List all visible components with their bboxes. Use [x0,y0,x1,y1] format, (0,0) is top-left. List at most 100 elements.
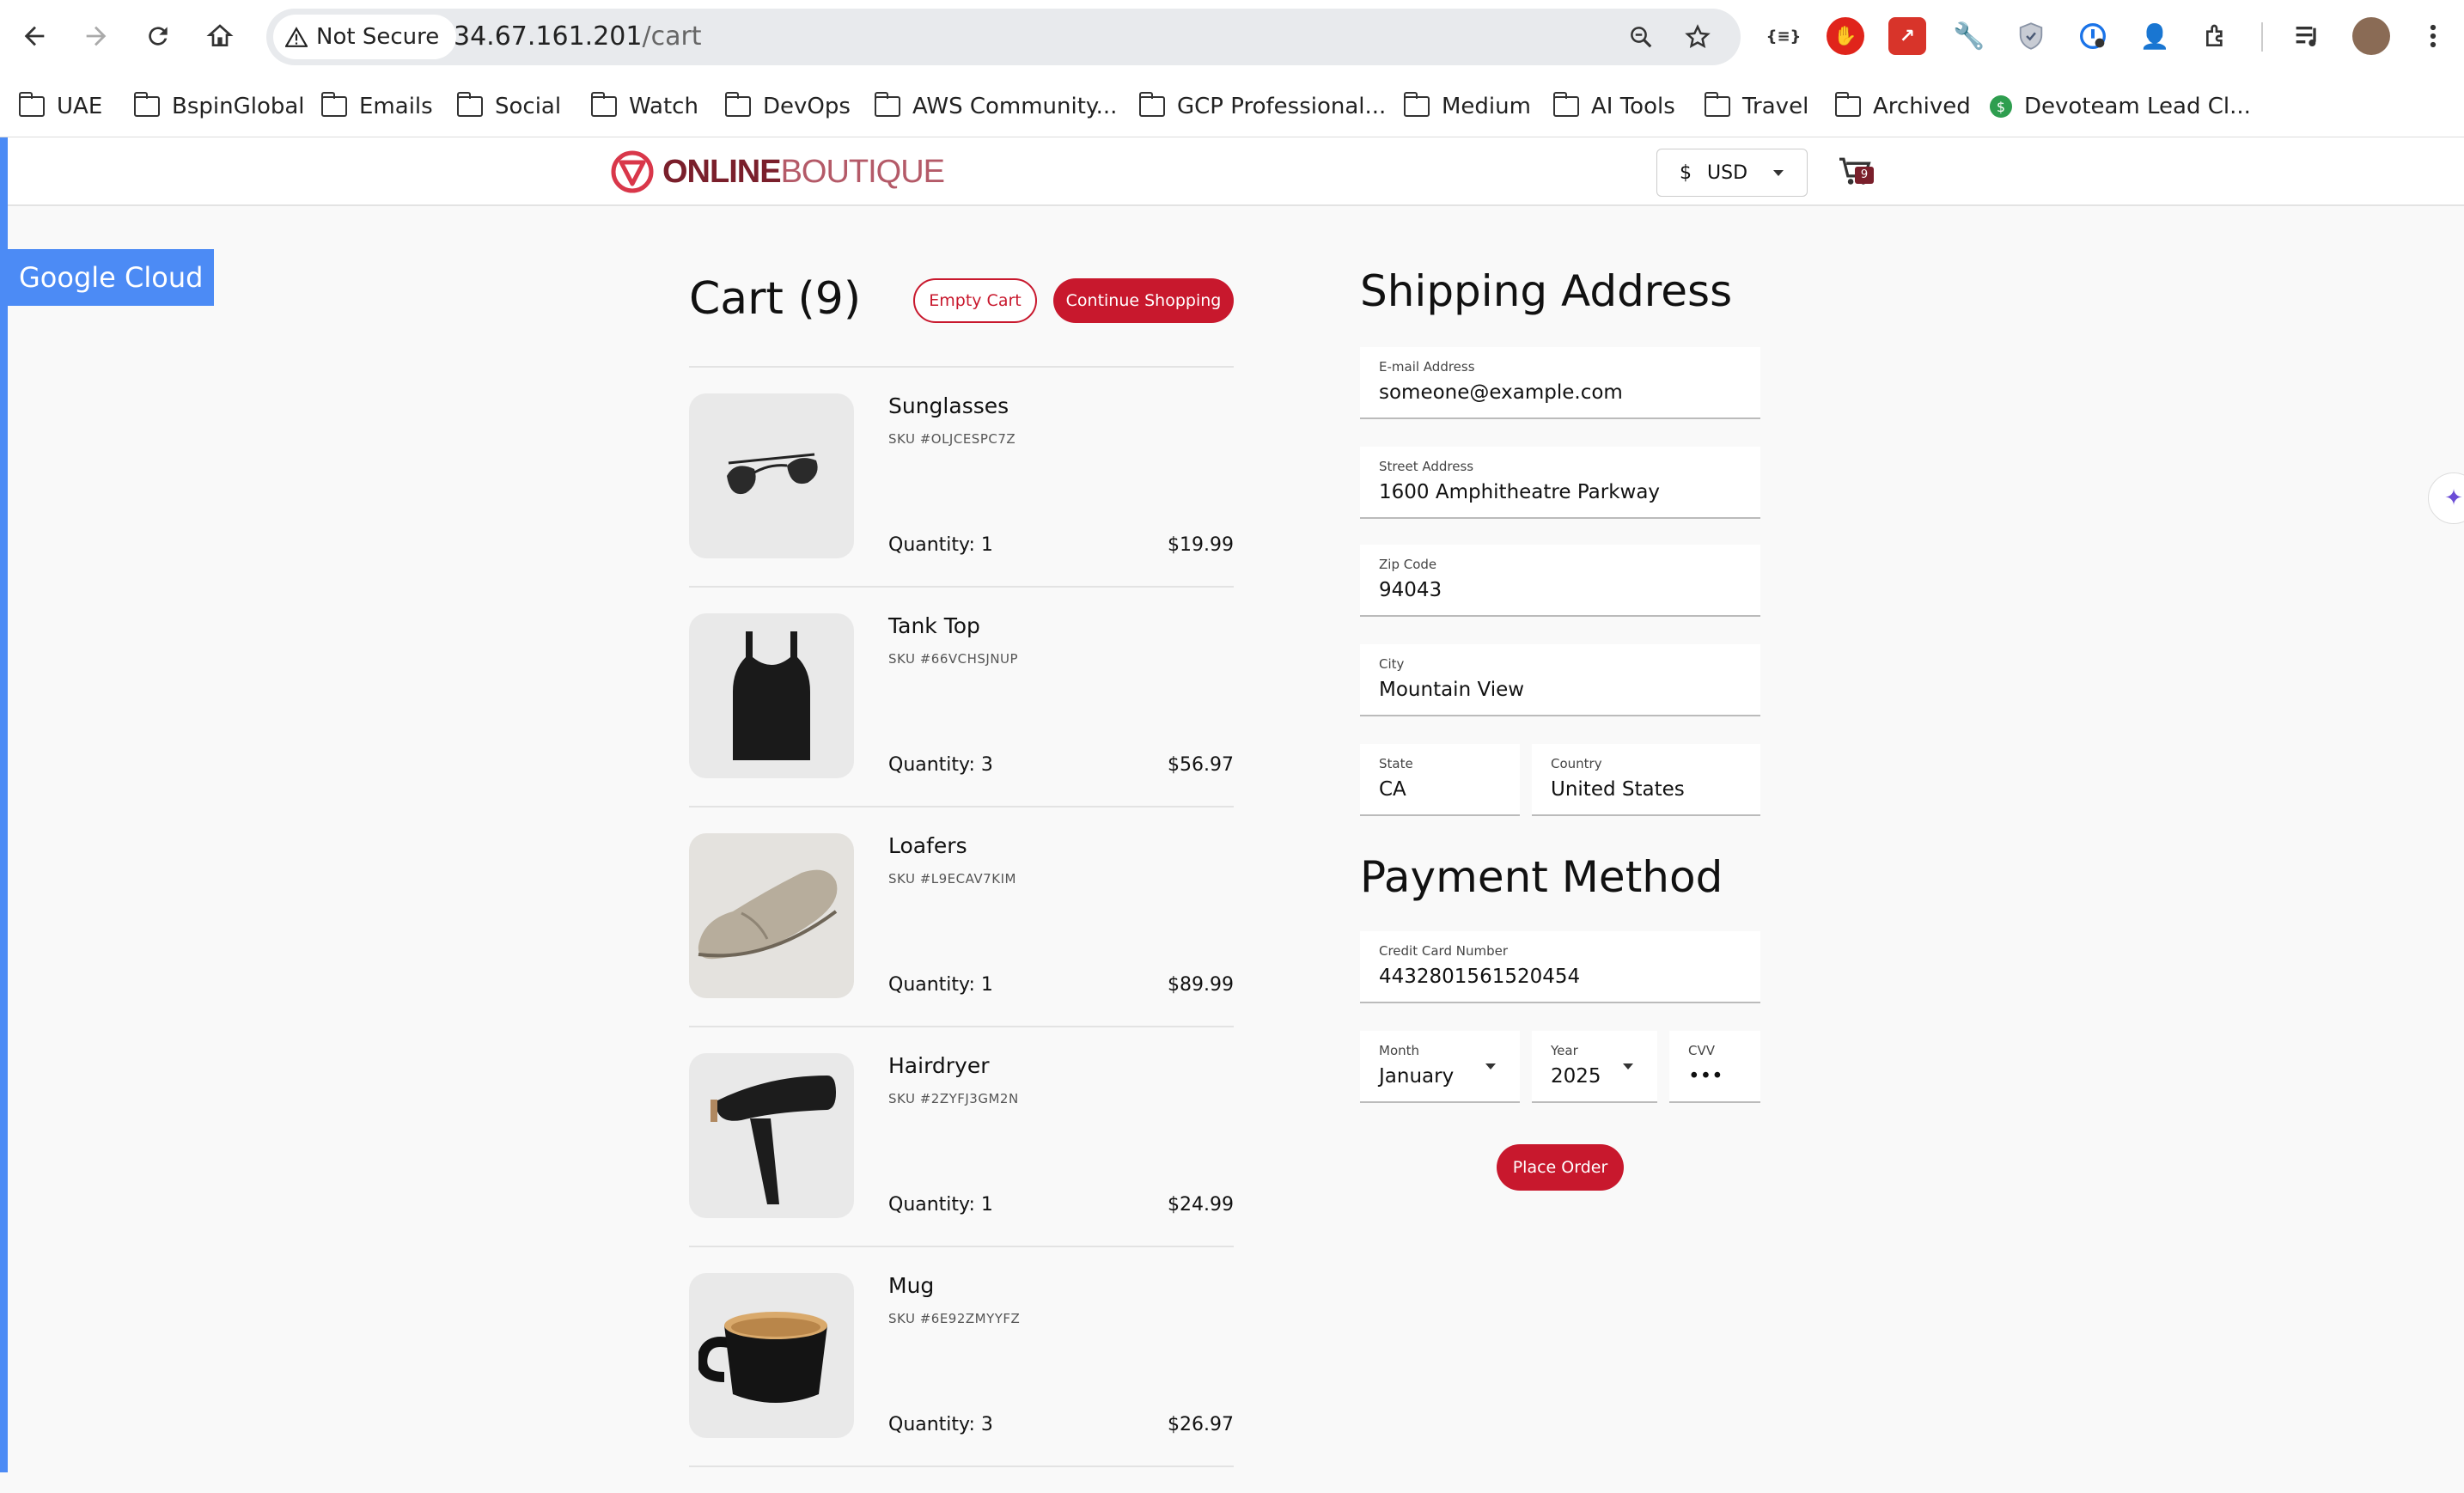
state-field[interactable]: State CA [1360,744,1520,816]
divider [689,586,1234,588]
profile-avatar[interactable] [2352,17,2390,55]
security-chip[interactable]: Not Secure [273,15,457,59]
extensions-puzzle-icon[interactable] [2198,17,2235,55]
payment-title: Payment Method [1360,852,1723,902]
country-field[interactable]: Country United States [1532,744,1760,816]
product-image-hairdryer[interactable] [689,1053,854,1218]
bookmark-folder[interactable]: Archived [1835,82,1971,131]
product-sku: SKU #OLJCESPC7Z [888,431,1016,447]
folder-icon [1553,92,1579,117]
bookmark-folder[interactable]: AWS Community... [875,82,1117,131]
url-text[interactable]: 34.67.161.201/cart [454,9,702,65]
product-name[interactable]: Mug [888,1273,934,1298]
product-sku: SKU #L9ECAV7KIM [888,871,1016,887]
red-extension-icon[interactable]: ↗ [1888,17,1926,55]
currency-select[interactable]: $ USD [1656,149,1808,197]
home-icon[interactable] [198,14,242,58]
product-image-sunglasses[interactable] [689,393,854,558]
page: ONLINEBOUTIQUE $ USD 9 Google Cloud Cart… [0,137,2464,1472]
menu-kebab-icon[interactable] [2414,17,2452,55]
zoom-icon[interactable] [1622,18,1660,56]
bookmark-label: DevOps [763,94,851,119]
reload-icon[interactable] [136,14,180,58]
chevron-down-icon [1773,169,1784,176]
field-label: Zip Code [1379,557,1437,572]
bookmark-folder[interactable]: Emails [321,82,433,131]
forward-icon[interactable] [74,14,119,58]
cart-item: Sunglasses SKU #OLJCESPC7Z Quantity: 1 $… [689,393,1234,613]
product-price: $56.97 [1168,754,1234,776]
toolbar-divider [2261,22,2263,52]
field-value: 4432801561520454 [1379,966,1581,988]
product-sku: SKU #2ZYFJ3GM2N [888,1091,1019,1106]
logo-bold: ONLINE [662,153,782,190]
product-price: $19.99 [1168,534,1234,556]
product-name[interactable]: Sunglasses [888,393,1009,418]
bookmark-label: AI Tools [1591,94,1675,119]
tool-extension-icon[interactable]: 🔧 [1950,17,1988,55]
password-extension-icon[interactable] [2074,17,2112,55]
cart-count-badge: 9 [1855,167,1874,184]
folder-icon [1705,92,1730,117]
product-name[interactable]: Tank Top [888,613,980,638]
currency-symbol: $ [1680,161,1692,184]
back-icon[interactable] [12,14,57,58]
continue-shopping-button[interactable]: Continue Shopping [1053,278,1234,323]
folder-icon [19,92,45,117]
city-field[interactable]: City Mountain View [1360,644,1760,716]
bookmark-folder[interactable]: BspinGlobal [134,82,305,131]
product-name[interactable]: Loafers [888,833,967,858]
month-select[interactable]: Month January [1360,1031,1520,1103]
address-bar[interactable]: Not Secure 34.67.161.201/cart [266,9,1741,65]
bookmark-folder[interactable]: Medium [1404,82,1531,131]
bookmark-label: Medium [1442,94,1531,119]
online-boutique-logo[interactable]: ONLINEBOUTIQUE [611,149,945,194]
media-queue-icon[interactable] [2289,17,2327,55]
profile-check-extension-icon[interactable]: 👤 [2136,17,2174,55]
product-image-mug[interactable] [689,1273,854,1438]
adblock-extension-icon[interactable]: ✋ [1827,17,1864,55]
folder-icon [134,92,160,117]
bookmark-folder[interactable]: AI Tools [1553,82,1675,131]
place-order-button[interactable]: Place Order [1497,1144,1624,1191]
folder-icon [875,92,900,117]
bookmark-folder[interactable]: DevOps [725,82,851,131]
zip-code-field[interactable]: Zip Code 94043 [1360,545,1760,617]
bookmark-star-icon[interactable] [1679,18,1717,56]
street-address-field[interactable]: Street Address 1600 Amphitheatre Parkway [1360,447,1760,519]
field-value: CA [1379,778,1406,801]
bookmark-link[interactable]: $ Devoteam Lead Cl... [1990,82,2251,131]
shield-extension-icon[interactable] [2012,17,2050,55]
year-select[interactable]: Year 2025 [1532,1031,1657,1103]
credit-card-field[interactable]: Credit Card Number 4432801561520454 [1360,931,1760,1003]
field-value: 1600 Amphitheatre Parkway [1379,481,1661,503]
bookmark-folder[interactable]: Watch [591,82,698,131]
product-name[interactable]: Hairdryer [888,1053,990,1078]
folder-icon [457,92,483,117]
product-quantity: Quantity: 3 [888,754,993,776]
bookmark-folder[interactable]: Travel [1705,82,1808,131]
product-image-loafers[interactable] [689,833,854,998]
cvv-field[interactable]: CVV ••• [1669,1031,1760,1103]
divider [689,1466,1234,1467]
product-image-tank-top[interactable] [689,613,854,778]
product-price: $89.99 [1168,974,1234,996]
empty-cart-button[interactable]: Empty Cart [913,278,1037,323]
bookmark-folder[interactable]: Social [457,82,561,131]
cart-item: Hairdryer SKU #2ZYFJ3GM2N Quantity: 1 $2… [689,1053,1234,1273]
bookmark-folder[interactable]: UAE [19,82,102,131]
email-field[interactable]: E-mail Address someone@example.com [1360,347,1760,419]
folder-icon [1404,92,1430,117]
bookmark-label: BspinGlobal [172,94,305,119]
field-label: CVV [1688,1043,1715,1058]
folder-icon [321,92,347,117]
product-quantity: Quantity: 1 [888,974,993,996]
bookmark-label: AWS Community... [912,94,1118,119]
field-value: January [1379,1065,1455,1088]
bookmark-label: Watch [629,94,698,119]
sparkle-assistant-icon[interactable]: ✦ [2428,472,2464,524]
field-label: E-mail Address [1379,359,1475,375]
json-extension-icon[interactable]: {≡} [1765,17,1802,55]
bookmark-folder[interactable]: GCP Professional... [1139,82,1386,131]
field-value: 94043 [1379,579,1442,601]
